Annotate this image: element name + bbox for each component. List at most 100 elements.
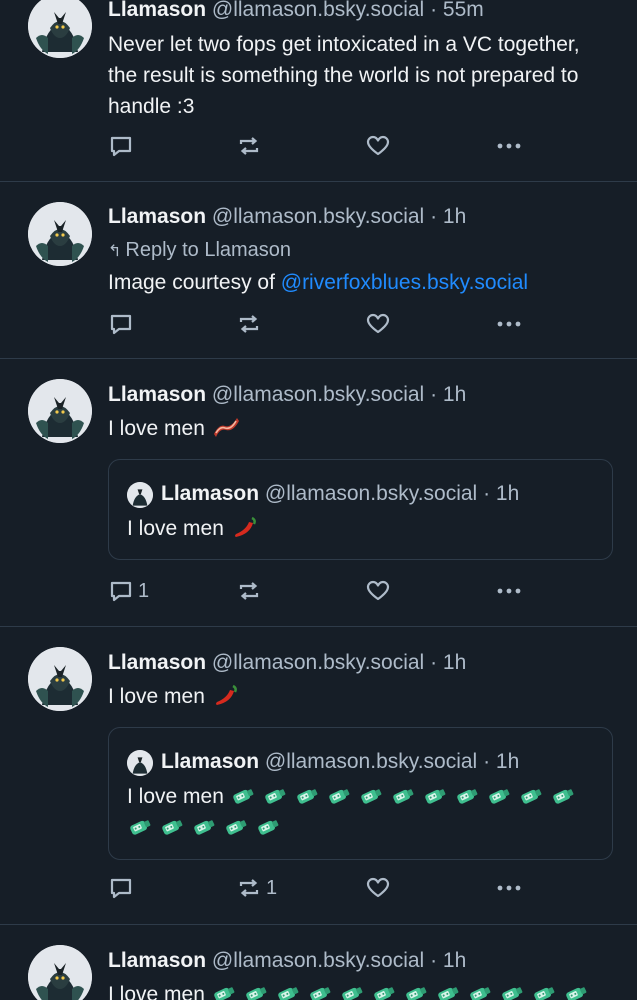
bottle-emoji-icon	[392, 789, 414, 804]
repost-icon	[239, 315, 259, 333]
separator-dot: ·	[483, 482, 491, 505]
quoted-timestamp: 1h	[495, 750, 520, 773]
post-text-content: I love men	[108, 685, 205, 708]
bottle-emoji-row	[211, 983, 595, 1000]
bottle-emoji-icon	[226, 820, 247, 835]
like-button[interactable]	[365, 309, 391, 339]
timestamp[interactable]: 1h	[443, 651, 466, 674]
like-button[interactable]	[365, 576, 391, 606]
post[interactable]: Llamason @llamason.bsky.social · 1h ↰ Rep…	[0, 182, 637, 359]
quoted-text-content: I love men	[127, 785, 224, 808]
bottle-emoji-icon	[258, 820, 279, 835]
bottle-emoji-icon	[405, 987, 427, 1000]
author-handle[interactable]: @llamason.bsky.social	[212, 0, 424, 21]
repost-icon	[239, 879, 259, 897]
reply-button[interactable]: 1	[108, 576, 149, 606]
bottle-emoji-icon	[533, 987, 555, 1000]
timestamp[interactable]: 1h	[443, 205, 466, 228]
bottle-emoji-icon	[264, 789, 286, 804]
bottle-emoji-icon	[373, 987, 395, 1000]
like-button[interactable]	[365, 873, 391, 903]
author-name[interactable]: Llamason	[108, 651, 206, 674]
post-text: I love men	[108, 979, 628, 1000]
timestamp[interactable]: 1h	[443, 949, 466, 972]
separator-dot: ·	[430, 651, 438, 674]
author-name[interactable]: Llamason	[108, 949, 206, 972]
author-handle[interactable]: @llamason.bsky.social	[212, 205, 424, 228]
avatar[interactable]	[28, 0, 92, 58]
repost-button[interactable]	[236, 131, 266, 161]
bottle-emoji-icon	[296, 789, 318, 804]
author-name[interactable]: Llamason	[108, 205, 206, 228]
bottle-emoji-icon	[328, 789, 350, 804]
reply-button[interactable]	[108, 309, 138, 339]
quoted-post[interactable]: Llamason @llamason.bsky.social · 1h I lo…	[108, 727, 613, 860]
bottle-emoji-icon	[232, 789, 254, 804]
post-actions	[108, 309, 528, 339]
post-header: Llamason @llamason.bsky.social · 1h	[108, 381, 466, 409]
post-text-content: I love men	[108, 417, 205, 440]
post-text-content: I love men	[108, 983, 205, 1000]
avatar[interactable]	[28, 647, 92, 711]
post[interactable]: Llamason @llamason.bsky.social · 55m Nev…	[0, 0, 637, 182]
bottle-emoji-icon	[565, 987, 587, 1000]
quoted-post[interactable]: Llamason @llamason.bsky.social · 1h I lo…	[108, 459, 613, 560]
reply-context[interactable]: ↰ Reply to Llamason	[108, 236, 291, 266]
post-header: Llamason @llamason.bsky.social · 1h	[108, 947, 466, 975]
more-options-button[interactable]	[494, 576, 524, 606]
repost-button[interactable]	[236, 309, 266, 339]
author-handle[interactable]: @llamason.bsky.social	[212, 383, 424, 406]
reply-count: 1	[138, 579, 150, 602]
bottle-emoji-icon	[309, 987, 331, 1000]
hot-pepper-emoji-icon	[234, 516, 256, 537]
bottle-emoji-icon	[437, 987, 459, 1000]
avatar[interactable]	[28, 945, 92, 1000]
bottle-emoji-icon	[456, 789, 478, 804]
repost-button[interactable]	[236, 576, 266, 606]
post[interactable]: Llamason @llamason.bsky.social · 1h I lo…	[0, 359, 637, 627]
repost-icon	[239, 137, 259, 155]
more-options-button[interactable]	[494, 309, 524, 339]
bottle-emoji-icon	[488, 789, 510, 804]
bottle-emoji-icon	[245, 987, 267, 1000]
timestamp[interactable]: 55m	[443, 0, 484, 21]
separator-dot: ·	[430, 0, 438, 21]
quoted-text-content: I love men	[127, 517, 224, 540]
heart-icon	[366, 135, 390, 156]
post[interactable]: Llamason @llamason.bsky.social · 1h I lo…	[0, 925, 637, 1000]
author-name[interactable]: Llamason	[108, 383, 206, 406]
post[interactable]: Llamason @llamason.bsky.social · 1h I lo…	[0, 627, 637, 925]
bottle-emoji-icon	[213, 987, 235, 1000]
bottle-emoji-icon	[130, 820, 151, 835]
more-options-button[interactable]	[494, 873, 524, 903]
reply-icon	[110, 581, 132, 602]
bottle-emoji-icon	[277, 987, 299, 1000]
reply-arrow-icon: ↰	[108, 243, 122, 260]
quoted-text: I love men	[127, 513, 597, 544]
post-header: Llamason @llamason.bsky.social · 1h	[108, 203, 466, 231]
feed: Llamason @llamason.bsky.social · 55m Nev…	[0, 0, 637, 1000]
reply-button[interactable]	[108, 873, 138, 903]
mention-link[interactable]: @riverfoxblues.bsky.social	[281, 271, 528, 294]
reply-button[interactable]	[108, 131, 138, 161]
author-handle[interactable]: @llamason.bsky.social	[212, 949, 424, 972]
bottle-emoji-icon	[552, 789, 574, 804]
post-text: Image courtesy of @riverfoxblues.bsky.so…	[108, 267, 608, 298]
avatar[interactable]	[28, 379, 92, 443]
like-button[interactable]	[365, 131, 391, 161]
author-handle[interactable]: @llamason.bsky.social	[212, 651, 424, 674]
ellipsis-icon	[497, 885, 521, 891]
post-text: I love men	[108, 413, 608, 444]
more-options-button[interactable]	[494, 131, 524, 161]
bottle-emoji-icon	[469, 987, 491, 1000]
separator-dot: ·	[430, 383, 438, 406]
quoted-header: Llamason @llamason.bsky.social · 1h	[161, 748, 519, 776]
timestamp[interactable]: 1h	[443, 383, 466, 406]
author-name[interactable]: Llamason	[108, 0, 206, 21]
avatar[interactable]	[28, 202, 92, 266]
reply-icon	[110, 314, 132, 335]
heart-icon	[366, 877, 390, 898]
repost-button[interactable]: 1	[236, 873, 277, 903]
quoted-author-handle: @llamason.bsky.social	[264, 482, 478, 505]
bottle-emoji-icon	[360, 789, 382, 804]
